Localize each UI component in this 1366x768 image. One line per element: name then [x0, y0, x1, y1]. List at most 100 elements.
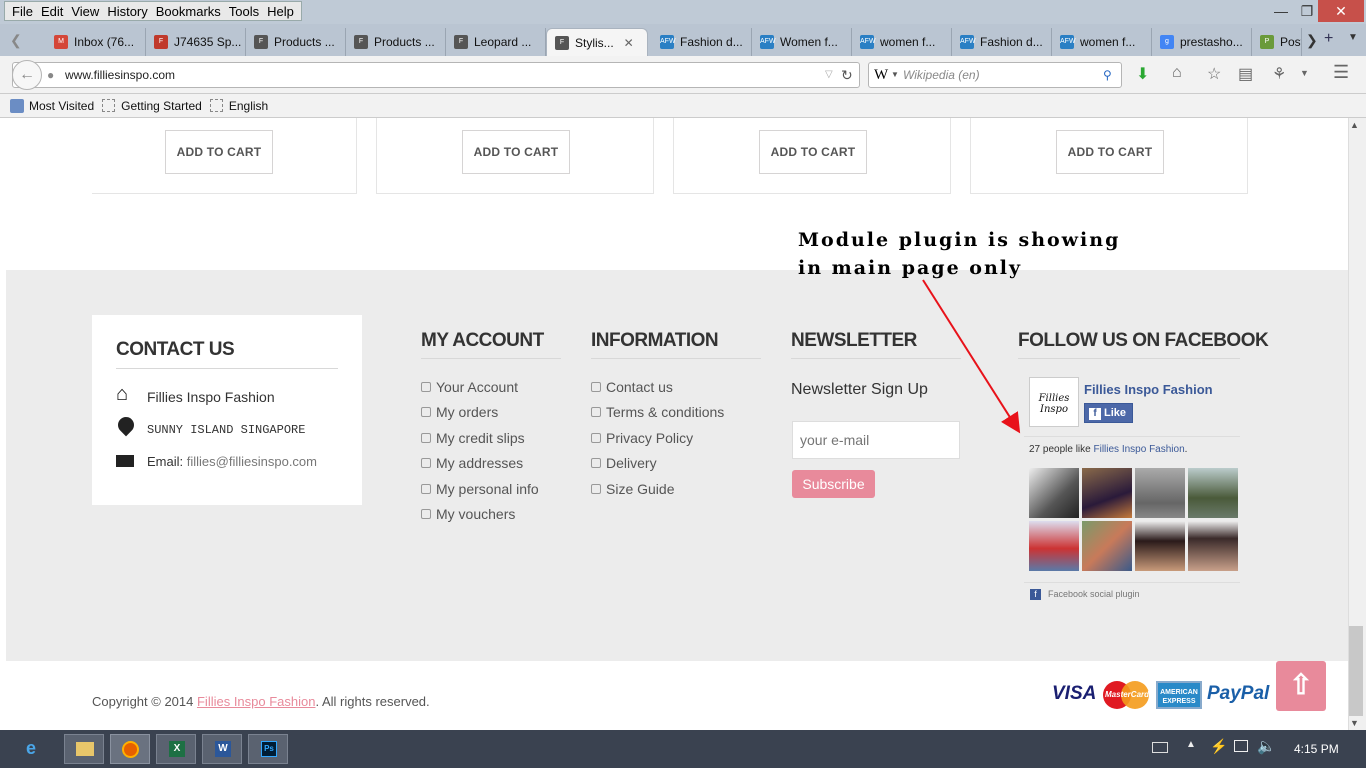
tab-2[interactable]: F Products ... — [246, 28, 346, 56]
addon-icon[interactable]: ⚘ — [1272, 64, 1286, 84]
photoshop-icon: Ps — [261, 741, 277, 757]
back-button[interactable]: ← — [12, 60, 42, 90]
power-icon[interactable]: ⚡ — [1210, 738, 1227, 755]
scroll-down-icon[interactable]: ▼ — [1350, 718, 1359, 728]
explorer-taskbar-button[interactable] — [64, 734, 104, 764]
link-my-addresses[interactable]: My addresses — [421, 451, 539, 477]
reload-icon[interactable]: ↻ — [841, 63, 853, 87]
bookmark-english[interactable]: English — [209, 99, 268, 113]
scrollbar-thumb[interactable] — [1349, 626, 1363, 716]
subscribe-button[interactable]: Subscribe — [792, 470, 875, 498]
page-icon — [102, 99, 116, 112]
tab-label: J74635 Sp... — [174, 35, 242, 49]
menu-bookmarks[interactable]: Bookmarks — [152, 4, 225, 19]
menu-help[interactable]: Help — [263, 4, 298, 19]
menu-history[interactable]: History — [103, 4, 151, 19]
tab-5[interactable]: F Stylis... ✕ — [546, 28, 648, 56]
newsletter-email-input[interactable] — [792, 421, 960, 459]
fan-avatar[interactable] — [1029, 468, 1079, 518]
tab-9[interactable]: AFW Fashion d... — [952, 28, 1052, 56]
excel-taskbar-button[interactable]: X — [156, 734, 196, 764]
brand-link[interactable]: Fillies Inspo Fashion — [197, 694, 316, 709]
download-icon[interactable]: ⬇ — [1136, 64, 1149, 84]
tab-12[interactable]: P Post — [1252, 28, 1302, 56]
scroll-up-icon[interactable]: ▲ — [1350, 120, 1359, 130]
fb-social-plugin-link[interactable]: Facebook social plugin — [1048, 589, 1140, 599]
tab-label: women f... — [1080, 35, 1136, 49]
fan-avatar[interactable] — [1188, 468, 1238, 518]
menu-bar: File Edit View History Bookmarks Tools H… — [4, 1, 302, 21]
url-dropdown-icon[interactable]: ▽ — [825, 63, 833, 87]
tab-label: Products ... — [274, 35, 335, 49]
tab-0[interactable]: M Inbox (76... — [46, 28, 146, 56]
fan-avatar[interactable] — [1082, 521, 1132, 571]
search-icon[interactable]: ⚲ — [1103, 63, 1112, 87]
fb-page-link[interactable]: Fillies Inspo Fashion — [1094, 444, 1185, 455]
divider — [1018, 358, 1240, 359]
link-your-account[interactable]: Your Account — [421, 374, 539, 400]
fb-like-button[interactable]: f Like — [1084, 403, 1134, 423]
photoshop-taskbar-button[interactable]: Ps — [248, 734, 288, 764]
link-size-guide[interactable]: Size Guide — [591, 476, 724, 502]
tab-10[interactable]: AFW women f... — [1052, 28, 1152, 56]
tab-scroll-right-icon[interactable]: ❯ — [1306, 32, 1318, 49]
bookmark-getting-started[interactable]: Getting Started — [102, 99, 202, 113]
fan-avatar[interactable] — [1082, 468, 1132, 518]
contact-name: Fillies Inspo Fashion — [147, 389, 275, 405]
firefox-taskbar-button[interactable] — [110, 734, 150, 764]
fan-avatar[interactable] — [1135, 521, 1185, 571]
close-window-icon[interactable]: ✕ — [1318, 0, 1364, 22]
engine-dropdown-icon[interactable]: ▼ — [891, 63, 899, 87]
close-tab-icon[interactable]: ✕ — [624, 36, 634, 50]
back-to-top-button[interactable]: ⇧ — [1276, 661, 1326, 711]
link-contact-us[interactable]: Contact us — [591, 374, 724, 400]
tab-scroll-left-icon[interactable]: ❮ — [10, 32, 22, 49]
link-delivery[interactable]: Delivery — [591, 451, 724, 477]
link-privacy-policy[interactable]: Privacy Policy — [591, 425, 724, 451]
menu-tools[interactable]: Tools — [225, 4, 263, 19]
page-logo[interactable]: Fillies Inspo — [1029, 377, 1079, 427]
wikipedia-icon[interactable]: W — [874, 63, 888, 87]
fb-page-name[interactable]: Fillies Inspo Fashion — [1084, 382, 1213, 397]
tab-label: Women f... — [780, 35, 838, 49]
home-icon[interactable]: ⌂ — [1172, 64, 1182, 82]
keyboard-icon[interactable] — [1152, 742, 1168, 753]
fan-avatar[interactable] — [1135, 468, 1185, 518]
tab-list-icon[interactable]: ▼ — [1348, 32, 1358, 43]
email-link[interactable]: fillies@filliesinspo.com — [187, 454, 317, 469]
volume-icon[interactable]: 🔈 — [1257, 737, 1276, 755]
network-icon[interactable] — [1234, 740, 1248, 752]
tab-1[interactable]: F J74635 Sp... — [146, 28, 246, 56]
word-taskbar-button[interactable]: W — [202, 734, 242, 764]
clock[interactable]: 4:15 PM — [1294, 742, 1339, 756]
link-my-credit-slips[interactable]: My credit slips — [421, 425, 539, 451]
tab-11[interactable]: g prestasho... — [1152, 28, 1252, 56]
link-my-personal-info[interactable]: My personal info — [421, 476, 539, 502]
hamburger-menu-icon[interactable]: ☰ — [1333, 62, 1349, 83]
gmail-icon: M — [54, 35, 68, 49]
tab-label: Fashion d... — [680, 35, 743, 49]
menu-edit[interactable]: Edit — [37, 4, 67, 19]
bookmark-most-visited[interactable]: Most Visited — [10, 98, 94, 113]
fan-avatar[interactable] — [1029, 521, 1079, 571]
my-account-title: MY ACCOUNT — [421, 330, 544, 351]
link-my-vouchers[interactable]: My vouchers — [421, 502, 539, 528]
addon-dropdown-icon[interactable]: ▼ — [1300, 68, 1309, 78]
ie-icon[interactable]: e — [26, 738, 36, 759]
bookmarks-menu-icon[interactable]: ▤ — [1238, 64, 1253, 84]
tab-8[interactable]: AFW women f... — [852, 28, 952, 56]
tab-7[interactable]: AFW Women f... — [752, 28, 852, 56]
bookmark-star-icon[interactable]: ☆ — [1207, 64, 1221, 84]
search-input[interactable]: W ▼ Wikipedia (en) ⚲ — [868, 62, 1122, 88]
menu-file[interactable]: File — [8, 4, 37, 19]
menu-view[interactable]: View — [67, 4, 103, 19]
tab-3[interactable]: F Products ... — [346, 28, 446, 56]
new-tab-icon[interactable]: + — [1324, 30, 1333, 48]
link-my-orders[interactable]: My orders — [421, 400, 539, 426]
tab-4[interactable]: F Leopard ... — [446, 28, 546, 56]
fan-avatar[interactable] — [1188, 521, 1238, 571]
tray-expand-icon[interactable]: ▲ — [1186, 739, 1196, 750]
tab-6[interactable]: AFW Fashion d... — [652, 28, 752, 56]
link-terms[interactable]: Terms & conditions — [591, 400, 724, 426]
url-bar[interactable]: www.filliesinspo.com ● ▽ ↻ — [12, 62, 860, 88]
